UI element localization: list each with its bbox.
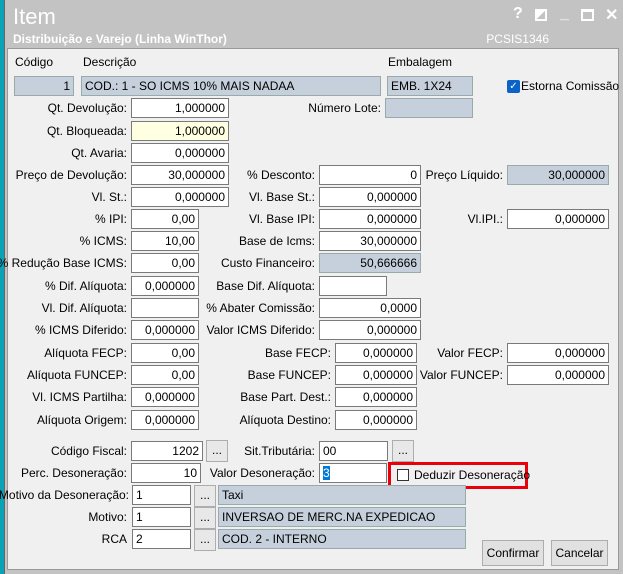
base-part-dest-field[interactable]: 0,000000 — [335, 387, 417, 407]
estorna-comissao-checkbox[interactable]: ✓ — [507, 80, 520, 93]
form-panel: Código Descrição Embalagem 1 COD.: 1 - SO IC… — [0, 48, 620, 570]
qt-bloqueada-label: Qt. Bloqueada: — [46, 124, 127, 138]
aliquota-origem-label: Alíquota Origem: — [36, 413, 127, 427]
numero-lote-field[interactable] — [385, 98, 473, 118]
qt-devolucao-label: Qt. Devolução: — [47, 101, 127, 115]
base-icms-field[interactable]: 30,000000 — [319, 231, 421, 251]
valor-funcep-label: Valor FUNCEP: — [419, 368, 503, 382]
perc-reducao-base-icms-label: % Redução Base ICMS: — [0, 256, 127, 270]
valor-icms-diferido-label: Valor ICMS Diferido: — [206, 323, 315, 337]
minimize-button[interactable]: _ — [560, 5, 569, 23]
aliquota-funcep-label: Alíquota FUNCEP: — [26, 368, 127, 382]
maximize-icon[interactable] — [581, 9, 594, 21]
perc-desoneracao-label: Perc. Desoneração: — [20, 466, 127, 480]
sit-tributaria-lookup-button[interactable]: ... — [392, 440, 414, 462]
motivo-field[interactable]: 1 — [132, 507, 191, 527]
vl-ipi-label: Vl.IPI.: — [467, 212, 503, 226]
qt-bloqueada-field[interactable]: 1,000000 — [131, 121, 229, 141]
perc-abater-comissao-label: % Abater Comissão: — [206, 301, 315, 315]
valor-funcep-field[interactable]: 0,000000 — [507, 365, 609, 385]
window-title: Item — [13, 4, 56, 29]
selected-text: 3 — [323, 466, 330, 480]
restore-icon[interactable] — [535, 9, 547, 21]
rca-lookup-button[interactable]: ... — [194, 529, 216, 551]
vl-base-st-label: Vl. Base St.: — [248, 190, 315, 204]
codigo-label: Código — [15, 55, 54, 69]
perc-dif-aliquota-label: % Dif. Alíquota: — [44, 279, 127, 293]
preco-liquido-field[interactable]: 30,000000 — [507, 165, 609, 185]
perc-desconto-label: % Desconto: — [246, 168, 315, 182]
valor-desoneracao-field[interactable]: 3 — [319, 463, 387, 483]
estorna-comissao-label: Estorna Comissão — [521, 79, 620, 93]
motivo-desoneracao-lookup-button[interactable]: ... — [194, 485, 216, 507]
vl-dif-aliquota-label: Vl. Dif. Alíquota: — [41, 301, 127, 315]
motivo-description: INVERSAO DE MERC.NA EXPEDICAO — [218, 507, 466, 527]
motivo-desoneracao-description: Taxi — [218, 485, 466, 505]
motivo-desoneracao-label: Motivo da Desoneração: — [0, 488, 129, 502]
window-subtitle: Distribuição e Varejo (Linha WinThor) — [13, 32, 227, 46]
vl-icms-partilha-label: Vl. ICMS Partilha: — [32, 390, 127, 404]
custo-financeiro-label: Custo Financeiro: — [220, 256, 315, 270]
vl-st-label: Vl. St.: — [91, 190, 127, 204]
motivo-desoneracao-field[interactable]: 1 — [132, 485, 191, 505]
sit-tributaria-label: Sit.Tributária: — [244, 444, 315, 458]
base-part-dest-label: Base Part. Dest.: — [240, 390, 331, 404]
valor-fecp-label: Valor FECP: — [437, 346, 503, 360]
perc-icms-diferido-label: % ICMS Diferido: — [34, 323, 127, 337]
base-icms-label: Base de Icms: — [238, 234, 315, 248]
valor-fecp-field[interactable]: 0,000000 — [507, 343, 609, 363]
item-window: Item Distribuição e Varejo (Linha WinTho… — [0, 0, 623, 574]
preco-devolucao-label: Preço de Devolução: — [15, 168, 127, 182]
qt-avaria-field[interactable]: 0,000000 — [131, 143, 229, 163]
vl-ipi-field[interactable]: 0,000000 — [507, 209, 609, 229]
valor-icms-diferido-field[interactable]: 0,000000 — [319, 320, 421, 340]
close-button[interactable]: ✕ — [605, 5, 618, 25]
rca-description: COD. 2 - INTERNO — [218, 529, 466, 549]
base-fecp-label: Base FECP: — [264, 346, 331, 360]
help-button[interactable]: ? — [513, 5, 523, 23]
vl-base-st-field[interactable]: 0,000000 — [319, 187, 421, 207]
codigo-fiscal-label: Código Fiscal: — [50, 444, 127, 458]
rca-field[interactable]: 2 — [132, 529, 191, 549]
deduzir-desoneracao-checkbox[interactable] — [397, 469, 409, 481]
descricao-field[interactable]: COD.: 1 - SO ICMS 10% MAIS NADAA — [81, 76, 381, 96]
embalagem-label: Embalagem — [388, 55, 453, 69]
codigo-field[interactable]: 1 — [14, 76, 74, 96]
motivo-label: Motivo: — [88, 510, 127, 524]
aliquota-destino-field[interactable]: 0,000000 — [335, 410, 417, 430]
vl-base-ipi-label: Vl. Base IPI: — [248, 212, 315, 226]
base-dif-aliquota-label: Base Dif. Alíquota: — [216, 279, 315, 293]
confirmar-button[interactable]: Confirmar — [482, 540, 544, 566]
program-code: PCSIS1346 — [486, 32, 549, 46]
qt-avaria-label: Qt. Avaria: — [71, 146, 127, 160]
perc-abater-comissao-field[interactable]: 0,0000 — [319, 298, 421, 318]
base-funcep-label: Base FUNCEP: — [247, 368, 331, 382]
preco-liquido-label: Preço Líquido: — [425, 168, 503, 182]
numero-lote-label: Número Lote: — [308, 101, 381, 115]
perc-icms-label: % ICMS: — [79, 234, 127, 248]
base-dif-aliquota-field[interactable] — [319, 276, 387, 296]
rca-label: RCA — [101, 532, 127, 546]
deduzir-desoneracao-label: Deduzir Desoneração — [414, 468, 531, 482]
custo-financeiro-field[interactable]: 50,666666 — [319, 253, 421, 273]
valor-desoneracao-label: Valor Desoneração: — [209, 466, 315, 480]
descricao-label: Descrição — [83, 55, 137, 69]
motivo-lookup-button[interactable]: ... — [194, 507, 216, 529]
aliquota-fecp-label: Alíquota FECP: — [44, 346, 127, 360]
perc-ipi-label: % IPI: — [94, 212, 127, 226]
sit-tributaria-field[interactable]: 00 — [319, 441, 388, 461]
aliquota-destino-label: Alíquota Destino: — [239, 413, 331, 427]
cancelar-button[interactable]: Cancelar — [551, 540, 608, 566]
embalagem-field[interactable]: EMB. 1X24 — [387, 76, 473, 96]
